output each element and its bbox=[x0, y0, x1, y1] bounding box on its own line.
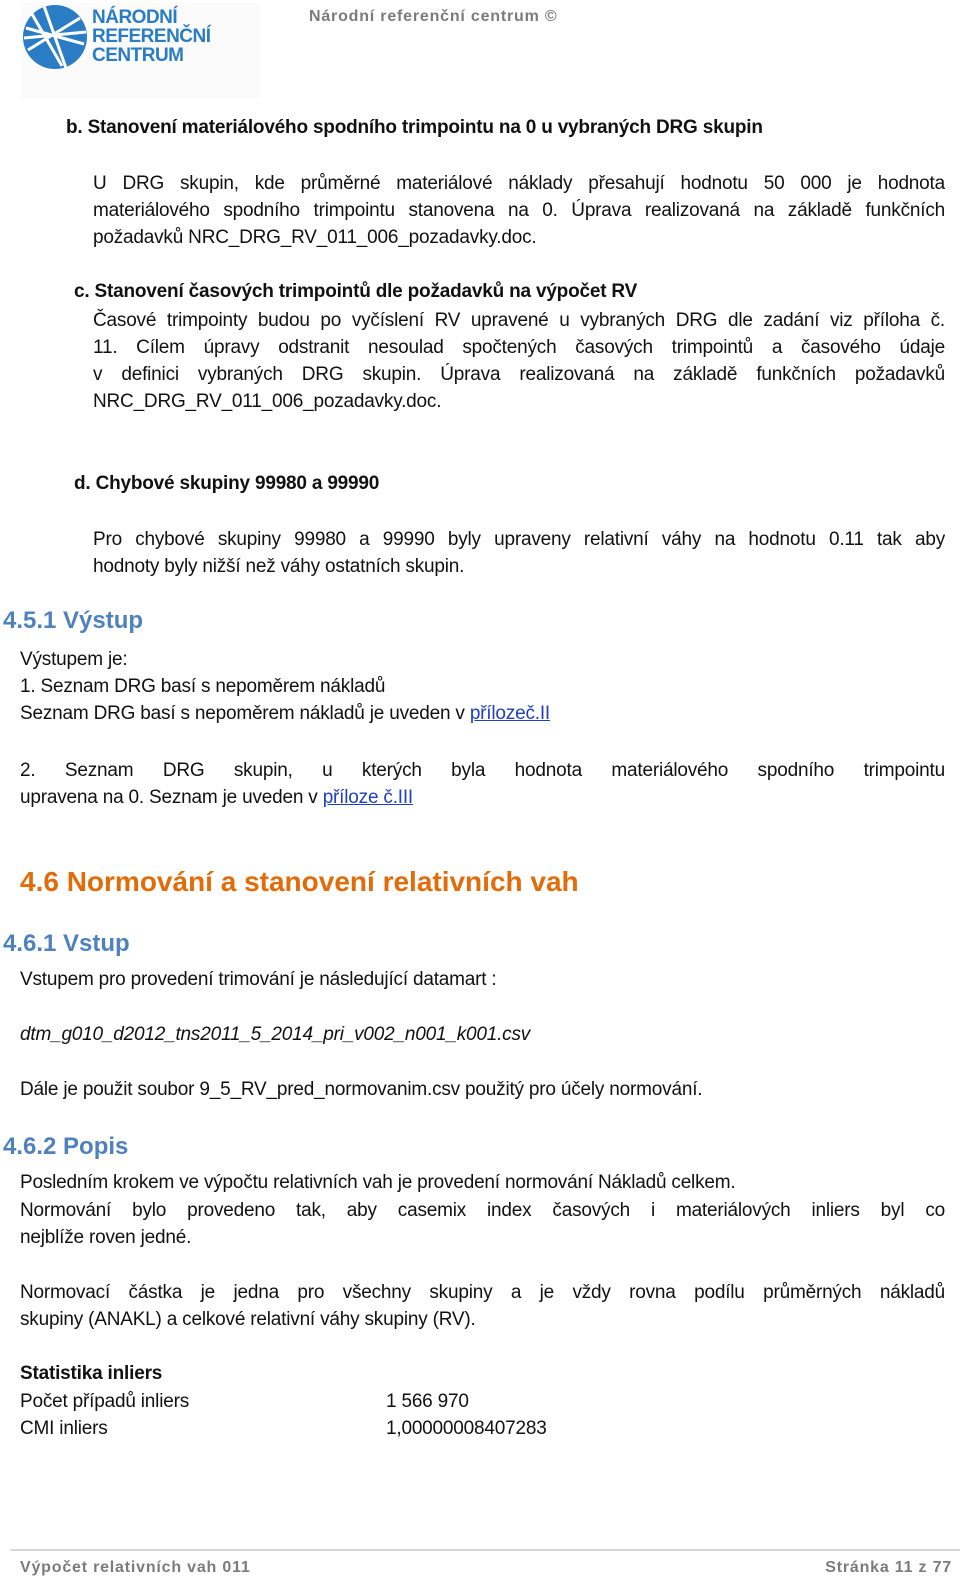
section-c-line: NRC_DRG_RV_011_006_pozadavky.doc. bbox=[93, 391, 442, 412]
attachment-iii-link[interactable]: příloze č.III bbox=[323, 787, 414, 808]
section-c-line: v definici vybraných DRG skupin. Úprava … bbox=[93, 364, 945, 385]
logo-wordmark: NÁRODNÍ REFERENČNÍ CENTRUM bbox=[92, 8, 211, 65]
output-intro: Výstupem je: bbox=[20, 649, 128, 670]
output-item-2-line-1: 2. Seznam DRG skupin, u kterých byla hod… bbox=[20, 760, 945, 781]
section-d-line: hodnoty byly nižší než váhy ostatních sk… bbox=[93, 556, 465, 577]
description-paragraph-2: Normování bylo provedeno tak, aby casemi… bbox=[20, 1197, 945, 1251]
section-451-heading: 4.5.1 Výstup bbox=[3, 607, 144, 634]
description-p3-line: skupiny (ANAKL) a celkové relativní váhy… bbox=[20, 1309, 476, 1330]
input-intro: Vstupem pro provedení trimování je násle… bbox=[20, 969, 497, 990]
section-d-line: Pro chybové skupiny 99980 a 99990 byly u… bbox=[93, 529, 945, 550]
section-b-paragraph: U DRG skupin, kde průměrné materiálové n… bbox=[93, 170, 945, 251]
section-d-heading: d. Chybové skupiny 99980 a 99990 bbox=[74, 473, 380, 494]
input-note: Dále je použit soubor 9_5_RV_pred_normov… bbox=[20, 1079, 703, 1100]
description-p2-line: Normování bylo provedeno tak, aby casemi… bbox=[20, 1200, 945, 1221]
stat-label-case-count: Počet případů inliers bbox=[20, 1391, 190, 1412]
stat-label-cmi: CMI inliers bbox=[20, 1418, 108, 1439]
statistics-heading: Statistika inliers bbox=[20, 1363, 163, 1384]
output-item-2-text: upravena na 0. Seznam je uveden v bbox=[20, 787, 323, 808]
description-paragraph-3: Normovací částka je jedna pro všechny sk… bbox=[20, 1279, 945, 1333]
section-b-line: U DRG skupin, kde průměrné materiálové n… bbox=[93, 173, 945, 194]
logo-line-3: CENTRUM bbox=[92, 45, 184, 66]
section-c-line: Časové trimpointy budou po vyčíslení RV … bbox=[93, 310, 945, 331]
datamart-filename: dtm_g010_d2012_tns2011_5_2014_pri_v002_n… bbox=[20, 1024, 531, 1045]
attachment-ii-link[interactable]: přílozeč.II bbox=[470, 703, 550, 724]
section-461-heading: 4.6.1 Vstup bbox=[3, 930, 130, 957]
nrc-logo-icon bbox=[23, 5, 87, 69]
stat-value-cmi: 1,00000008407283 bbox=[386, 1418, 547, 1439]
section-b-heading: b. Stanovení materiálového spodního trim… bbox=[66, 117, 763, 138]
section-c-paragraph: Časové trimpointy budou po vyčíslení RV … bbox=[93, 307, 945, 415]
header-title: Národní referenční centrum © bbox=[309, 8, 558, 25]
description-paragraph-1: Posledním krokem ve výpočtu relativních … bbox=[20, 1172, 736, 1193]
output-item-2: 2. Seznam DRG skupin, u kterých byla hod… bbox=[20, 757, 945, 811]
section-d-paragraph: Pro chybové skupiny 99980 a 99990 byly u… bbox=[93, 526, 945, 580]
output-item-1-text: Seznam DRG basí s nepoměrem nákladů je u… bbox=[20, 703, 550, 725]
output-item-2-line-2: upravena na 0. Seznam je uveden v příloz… bbox=[20, 784, 945, 811]
section-c-line: 11. Cílem úpravy odstranit nesoulad spoč… bbox=[93, 337, 945, 358]
footer-page-number: Stránka 11 z 77 bbox=[825, 1559, 952, 1576]
section-46-heading: 4.6 Normování a stanovení relativních va… bbox=[20, 866, 579, 897]
logo-line-1: NÁRODNÍ bbox=[92, 7, 178, 28]
footer-divider bbox=[10, 1549, 960, 1551]
section-b-line: požadavků NRC_DRG_RV_011_006_pozadavky.d… bbox=[93, 227, 537, 248]
output-item-1-text-body: Seznam DRG basí s nepoměrem nákladů je u… bbox=[20, 703, 470, 724]
section-c-heading: c. Stanovení časových trimpointů dle pož… bbox=[74, 281, 638, 302]
stat-value-case-count: 1 566 970 bbox=[386, 1391, 469, 1412]
section-462-heading: 4.6.2 Popis bbox=[3, 1133, 129, 1160]
section-b-line: materiálového spodního trimpointu stanov… bbox=[93, 200, 945, 221]
logo-line-2: REFERENČNÍ bbox=[92, 26, 211, 47]
description-p2-line: nejblíže roven jedné. bbox=[20, 1227, 192, 1248]
footer-document-title: Výpočet relativních vah 011 bbox=[20, 1559, 251, 1576]
output-item-1-title: 1. Seznam DRG basí s nepoměrem nákladů bbox=[20, 676, 386, 697]
description-p3-line: Normovací částka je jedna pro všechny sk… bbox=[20, 1282, 945, 1303]
